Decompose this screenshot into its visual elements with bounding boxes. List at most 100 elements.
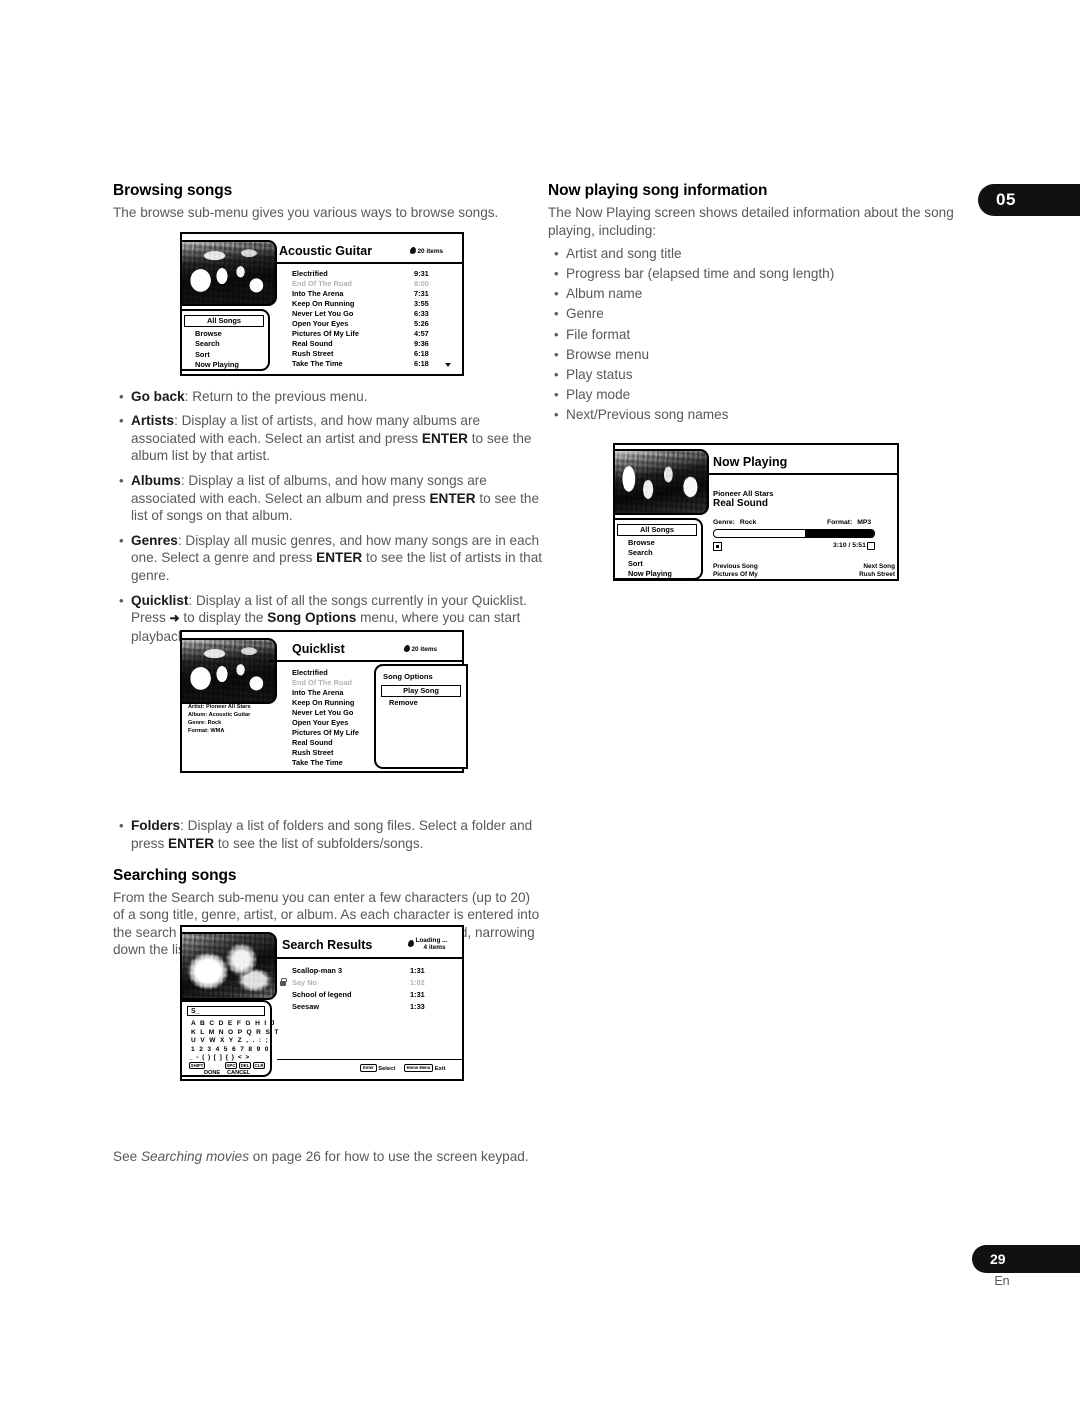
keypad-row-1[interactable]: A B C D E F G H I J: [191, 1020, 276, 1027]
screenshot-browse-songs: All Songs Browse Search Sort Now Playing…: [180, 232, 464, 376]
bullet-enter-key: ENTER: [429, 490, 476, 506]
progress-bar-fill: [805, 530, 874, 537]
nav-item-browse[interactable]: Browse: [615, 538, 701, 549]
nav-item-sort[interactable]: Sort: [182, 350, 268, 361]
song-title: Into The Arena: [292, 688, 344, 697]
song-title: Rush Street: [292, 349, 334, 358]
title-divider: [276, 262, 462, 264]
genre-field: Genre: Rock: [713, 519, 756, 526]
browsing-intro: The browse sub-menu gives you various wa…: [113, 205, 499, 220]
previous-song-name: Pictures Of My: [713, 571, 758, 578]
search-input[interactable]: S_: [187, 1006, 265, 1016]
genre-label: Genre:: [713, 519, 735, 526]
lock-icon: [280, 978, 287, 986]
key-shift[interactable]: SHIFT: [189, 1062, 205, 1069]
format-field: Format: MP3: [827, 519, 871, 526]
done-button[interactable]: DONE: [204, 1070, 220, 1076]
list-item: Play status: [548, 366, 980, 384]
song-duration: 3:55: [414, 299, 429, 308]
bullet-term: Folders: [131, 818, 181, 834]
browse-bullet-list: Go back: Return to the previous menu. Ar…: [113, 388, 545, 646]
option-remove[interactable]: Remove: [389, 698, 418, 707]
bullet-artists: Artists: Display a list of artists, and …: [113, 412, 545, 465]
title-divider: [270, 660, 462, 662]
now-playing-intro: The Now Playing screen shows detailed in…: [548, 205, 954, 238]
nav-item-search[interactable]: Search: [615, 548, 701, 559]
screen-footer-hints: Enter Select Home Menu Exit: [360, 1064, 445, 1072]
song-title: Never Let You Go: [292, 309, 354, 318]
nav-item-browse[interactable]: Browse: [182, 329, 268, 340]
song-title: Electrified: [292, 668, 328, 677]
browse-nav-menu: All Songs Browse Search Sort Now Playing: [180, 309, 270, 371]
bullet-enter-key: ENTER: [316, 550, 363, 566]
item-count-label: 4 items: [423, 944, 446, 951]
bullet-folders: Folders: Display a list of folders and s…: [113, 817, 545, 852]
album-artwork: [180, 638, 277, 704]
screen-title: Quicklist: [292, 642, 345, 656]
now-playing-song-title: Real Sound: [713, 498, 769, 509]
keypad-row-3[interactable]: U V W X Y Z , . : ;: [191, 1037, 269, 1044]
cancel-button[interactable]: CANCEL: [227, 1070, 250, 1076]
scroll-down-icon[interactable]: [445, 363, 451, 367]
result-duration: 1:31: [410, 990, 425, 999]
caption-post: on page 26 for how to use the screen key…: [249, 1148, 529, 1164]
song-title: Take The Time: [292, 758, 343, 767]
result-duration: 1:33: [410, 1002, 425, 1011]
song-duration: 5:26: [414, 319, 429, 328]
bullet-enter-key: ENTER: [168, 835, 215, 851]
play-status-icon: [713, 542, 722, 551]
disc-icon: [403, 645, 411, 652]
nav-item-all-songs[interactable]: All Songs: [617, 524, 697, 536]
album-artwork: [180, 932, 277, 1000]
enter-key-chip[interactable]: Enter: [360, 1064, 377, 1072]
list-item: Next/Previous song names: [548, 406, 980, 424]
keypad-row-2[interactable]: K L M N O P Q R S T: [191, 1029, 280, 1036]
screen-keypad: S_ A B C D E F G H I J K L M N O P Q R S…: [180, 1000, 278, 1077]
bullet-enter-key: ENTER: [421, 430, 468, 446]
song-duration: 7:31: [414, 289, 429, 298]
nav-item-now-playing[interactable]: Now Playing: [182, 360, 268, 371]
progress-bar[interactable]: [713, 529, 875, 538]
elapsed-total-time: 3:10 / 5:51: [833, 542, 866, 549]
bullet-genres: Genres: Display all music genres, and ho…: [113, 532, 545, 585]
title-divider: [708, 473, 898, 475]
song-title: Electrified: [292, 269, 328, 278]
keypad-symbol-row[interactable]: _ - ( ) [ ] { } < >: [189, 1054, 250, 1061]
song-title: Real Sound: [292, 339, 333, 348]
bullet-text: : Return to the previous menu.: [184, 388, 368, 404]
list-item: Genre: [548, 305, 980, 323]
result-title: School of legend: [292, 990, 352, 999]
right-column: Now playing song information The Now Pla…: [548, 182, 980, 426]
status-label: Loading ...: [415, 937, 448, 944]
heading-searching-songs: Searching songs: [113, 866, 237, 884]
result-title: Scallop-man 3: [292, 966, 343, 975]
bullet-text-2: to see the list of subfolders/songs.: [214, 835, 424, 851]
folders-bullet-list: Folders: Display a list of folders and s…: [113, 817, 545, 852]
title-divider: [277, 957, 463, 959]
select-label: Select: [378, 1066, 396, 1072]
song-title: Take The Time: [292, 359, 343, 368]
song-duration: 8:00: [414, 279, 429, 288]
language-code: En: [994, 1274, 1010, 1288]
nav-item-now-playing[interactable]: Now Playing: [615, 569, 701, 580]
nav-item-search[interactable]: Search: [182, 339, 268, 350]
item-count-label: 20 items: [417, 248, 444, 255]
screen-title: Now Playing: [713, 455, 788, 469]
caption-italic: Searching movies: [140, 1148, 250, 1164]
bullet-term: Genres: [131, 532, 178, 548]
loading-status: Loading ... 4 items: [407, 937, 448, 951]
key-delete[interactable]: DEL: [239, 1062, 251, 1069]
heading-browsing-songs: Browsing songs: [113, 182, 233, 199]
bullet-text-2: to display the: [179, 610, 268, 626]
keypad-row-4[interactable]: 1 2 3 4 5 6 7 8 9 0: [191, 1046, 270, 1053]
album-artwork: [180, 240, 277, 306]
nav-item-sort[interactable]: Sort: [615, 559, 701, 570]
song-duration: 9:36: [414, 339, 429, 348]
disc-icon: [407, 940, 415, 947]
home-menu-key-chip[interactable]: Home Menu: [403, 1064, 434, 1072]
nav-item-all-songs[interactable]: All Songs: [184, 315, 264, 327]
option-play-song[interactable]: Play Song: [381, 685, 461, 697]
song-title: Open Your Eyes: [292, 718, 349, 727]
key-space[interactable]: SPC: [225, 1062, 237, 1069]
key-clear[interactable]: CLR: [253, 1062, 265, 1069]
